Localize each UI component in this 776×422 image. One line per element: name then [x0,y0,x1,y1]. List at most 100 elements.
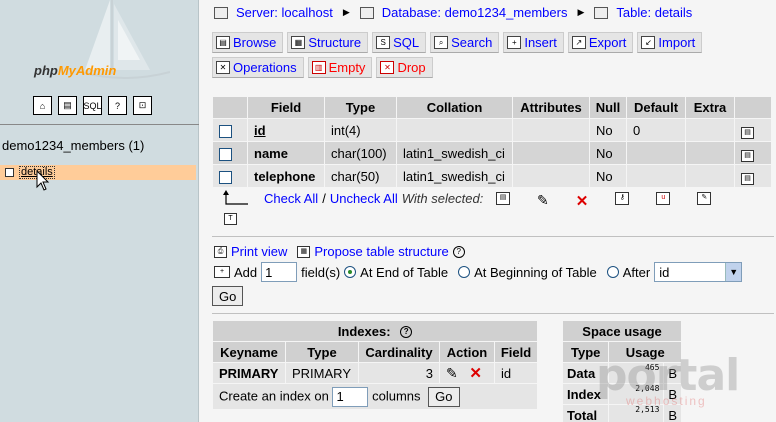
space-usage-title: Space usage [563,321,682,341]
print-row: ⎙ Print view ▦ Propose table structure ? [214,244,465,259]
browse-distinct-icon[interactable]: ▤ [741,172,754,185]
browse-distinct-icon[interactable]: ▤ [741,126,754,139]
tab-search[interactable]: ⌕ Search [430,32,500,53]
column-header: Keyname [213,342,285,362]
help-icon[interactable]: ⊡ [133,96,152,115]
column-header: Action [440,342,494,362]
sidebar-item-details[interactable]: details [0,165,196,180]
field-null: No [590,119,626,141]
breadcrumb-database[interactable]: Database: demo1234_members [382,5,568,20]
divider [0,124,199,125]
at-beginning-label[interactable]: At Beginning of Table [474,265,597,280]
arrow-up-left-icon [223,190,248,205]
space-value: 465 [609,363,664,383]
separator: / [322,190,326,206]
sql-icon: S [376,36,391,49]
breadcrumb-table[interactable]: Table: details [616,5,692,20]
check-all-link[interactable]: Check All [264,191,318,206]
table-icon [5,168,14,177]
field-extra [686,119,734,141]
index-cardinality: 3 [359,363,439,383]
field-count-input[interactable] [261,262,298,282]
row-checkbox[interactable] [219,124,232,138]
table-row: PRIMARY PRIMARY 3 ✎ ✕ id [213,363,537,383]
check-all-row: Check All / Uncheck All With selected: [222,190,483,206]
propose-structure-link[interactable]: Propose table structure [314,244,448,259]
table-row: Index 2,048 B [563,384,682,404]
columns-label: columns [372,387,421,403]
delete-icon[interactable]: ✕ [469,365,482,382]
column-header: Usage [609,342,682,362]
home-icon[interactable]: ⌂ [33,96,52,115]
add-field-go-button[interactable]: Go [212,286,244,306]
tab-drop[interactable]: ✕ Drop [376,57,433,78]
with-selected-actions: ▤ ✎ ✕ ⚷ u ✎ [496,192,712,210]
at-end-label[interactable]: At End of Table [360,265,448,280]
empty-icon: ▥ [311,61,326,74]
space-unit: B [664,405,682,422]
left-toolbar: ⌂ ▤ SQL ? ⊡ [33,96,152,118]
unique-icon[interactable]: u [656,192,671,205]
query-icon[interactable]: ▤ [58,96,77,115]
fields-table: Field Type Collation Attributes Null Def… [212,96,772,188]
phpmyadmin-logo[interactable]: phpMyAdmin [0,0,199,90]
space-type: Index [563,384,609,404]
brand-name: phpMyAdmin [34,63,117,78]
delete-icon[interactable]: ✕ [576,192,589,210]
field-type: char(50) [325,165,396,187]
search-icon: ⌕ [434,36,449,49]
row-checkbox[interactable] [219,170,232,184]
database-name[interactable]: demo1234_members (1) [2,138,144,153]
table-row: Total 2,513 B [563,405,682,422]
tab-browse[interactable]: ▤ Browse [212,32,284,53]
space-unit: B [664,363,682,383]
tab-bar-primary: ▤ Browse ▦ Structure S SQL ⌕ Search + Insert … [212,32,703,53]
uncheck-all-link[interactable]: Uncheck All [330,191,398,206]
at-end-radio[interactable] [344,266,357,278]
row-checkbox[interactable] [219,147,232,161]
after-label[interactable]: After [623,265,650,280]
field-type: char(100) [325,142,396,164]
tab-bar-secondary: ✕ Operations ▥ Empty ✕ Drop [212,57,433,78]
help-icon[interactable]: ? [452,245,465,258]
tab-operations[interactable]: ✕ Operations [212,57,304,78]
action-header [735,97,771,118]
field-collation: latin1_swedish_ci [397,165,512,187]
print-view-link[interactable]: Print view [231,244,287,259]
tab-insert[interactable]: + Insert [503,32,564,53]
primary-key-icon[interactable]: ⚷ [615,192,630,205]
docs-icon[interactable]: ? [108,96,127,115]
tab-empty[interactable]: ▥ Empty [307,57,373,78]
field-name[interactable]: id [254,123,266,138]
browse-distinct-icon[interactable]: ▤ [741,149,754,162]
breadcrumb-server[interactable]: Server: localhost [236,5,333,20]
create-index-go-button[interactable]: Go [428,386,460,407]
tab-import[interactable]: ↙ Import [637,32,703,53]
tab-sql[interactable]: S SQL [372,32,427,53]
add-field-row: + Add field(s) At End of Table At Beginn… [214,262,743,282]
edit-icon[interactable]: ✎ [537,192,549,210]
field-null: No [590,142,626,164]
space-value: 2,048 [609,384,664,404]
sql-icon[interactable]: SQL [83,96,102,115]
column-header: Null [590,97,626,118]
browse-icon[interactable]: ▤ [496,192,510,205]
index-columns-input[interactable] [332,386,369,407]
fulltext-icon[interactable]: T [224,213,237,225]
after-radio[interactable] [606,266,619,278]
breadcrumb: Server: localhost ▶ Database: demo1234_m… [214,5,692,20]
tab-structure[interactable]: ▦ Structure [287,32,369,53]
index-icon[interactable]: ✎ [697,192,712,205]
field-default [627,142,685,164]
field-extra [686,165,734,187]
fields-label: field(s) [301,264,341,280]
print-icon: ⎙ [214,245,227,258]
field-attributes [513,142,589,164]
edit-icon[interactable]: ✎ [446,365,458,381]
tab-export[interactable]: ↗ Export [567,32,634,53]
breadcrumb-arrow-icon: ▶ [342,7,350,17]
after-field-select[interactable]: id ▼ [654,262,743,282]
at-beginning-radio[interactable] [458,266,471,278]
table-row: telephone char(50) latin1_swedish_ci No … [213,165,771,187]
help-icon[interactable]: ? [400,326,413,339]
